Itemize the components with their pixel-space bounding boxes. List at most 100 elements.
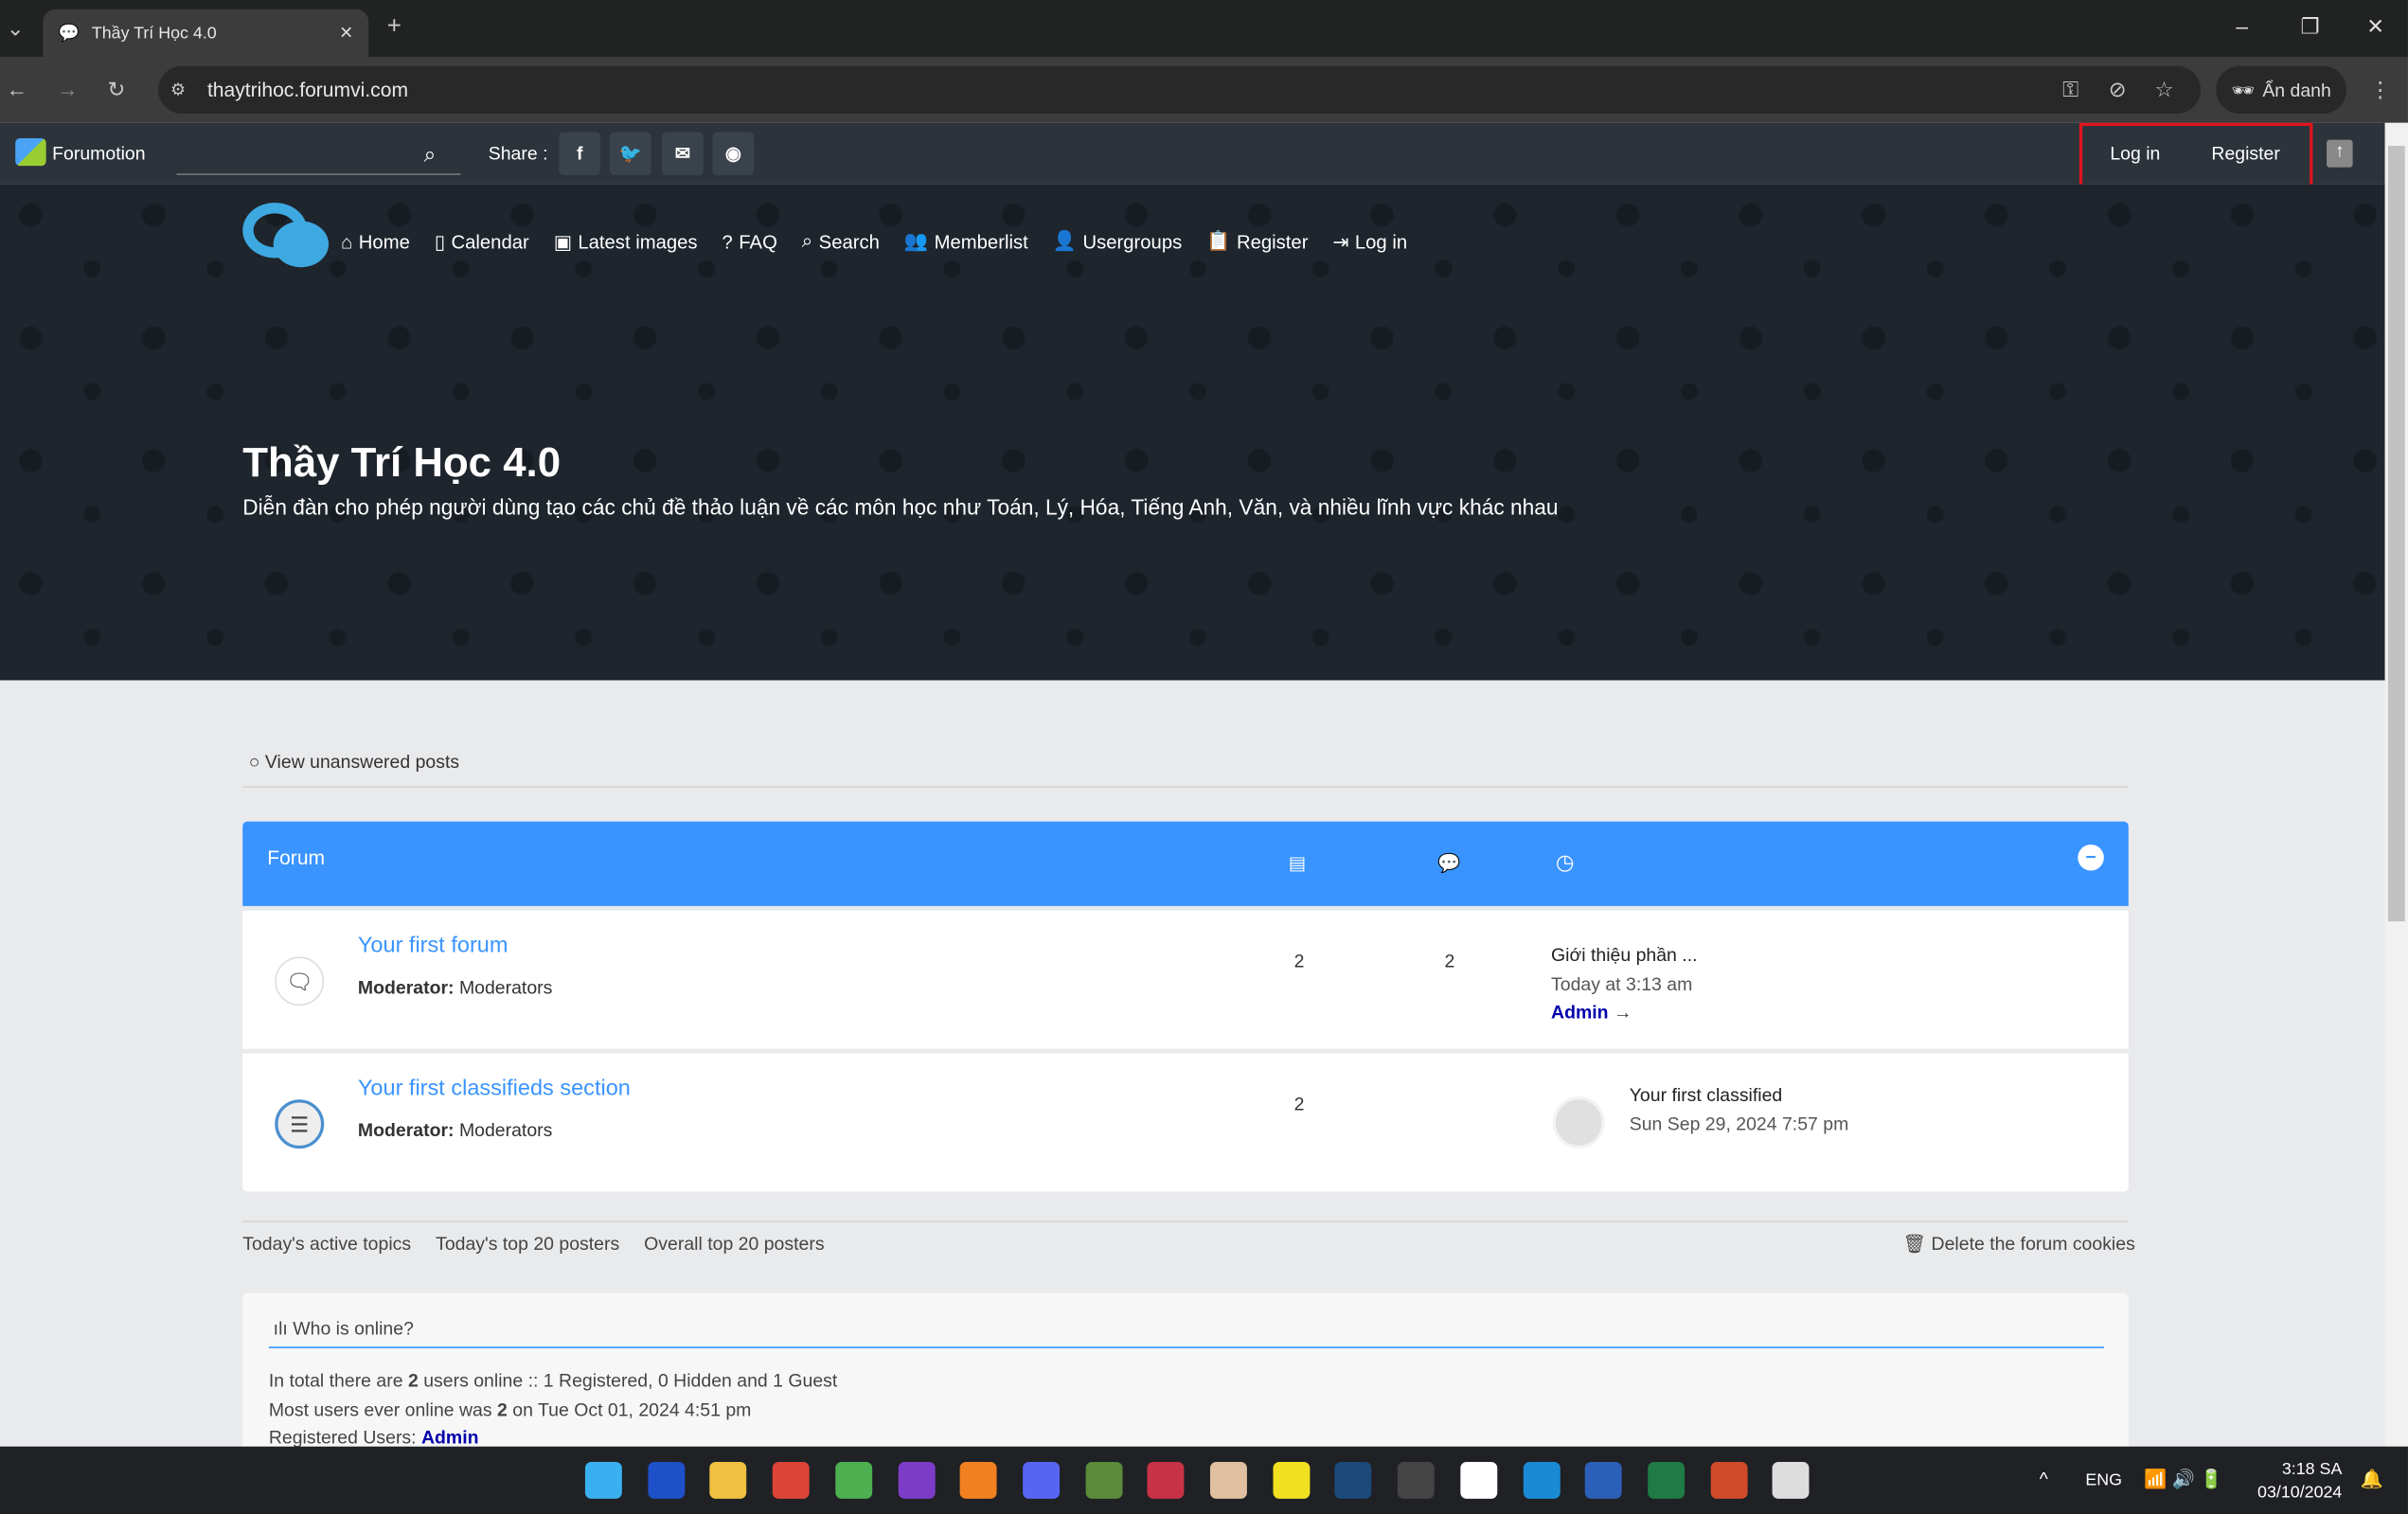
usergroups-icon: 👤 xyxy=(1052,230,1077,252)
scroll-top-button[interactable]: ↑ xyxy=(2327,139,2353,168)
top-posters-overall-link[interactable]: Overall top 20 posters xyxy=(644,1233,824,1255)
url-text: thaytrihoc.forumvi.com xyxy=(206,78,409,102)
app-red-taskbar-icon[interactable] xyxy=(1773,1461,1810,1499)
last-post-date: Today at 3:13 am xyxy=(1551,972,1693,995)
forum-table: Forum ▤ 💬 ◷ − 🗨 Your first forum Moderat… xyxy=(242,821,2129,1192)
new-tab-icon[interactable]: + xyxy=(387,14,401,42)
forum-link[interactable]: Your first forum xyxy=(358,934,508,958)
excel-taskbar-icon[interactable] xyxy=(1648,1461,1685,1499)
forum-title: Thầy Trí Học 4.0 xyxy=(242,438,562,486)
moderator-link[interactable]: Moderators xyxy=(459,976,552,998)
forum-link[interactable]: Your first classifieds section xyxy=(358,1077,631,1101)
close-window-icon[interactable]: ✕ xyxy=(2366,14,2384,41)
search-icon[interactable]: ⌕ xyxy=(424,141,437,168)
chrome-alt-taskbar-icon[interactable] xyxy=(834,1461,872,1499)
discord-taskbar-icon[interactable] xyxy=(1022,1461,1060,1499)
active-topics-link[interactable]: Today's active topics xyxy=(242,1233,411,1255)
browser-tab[interactable]: 💬 Thầy Trí Học 4.0 ✕ xyxy=(43,9,369,58)
uc-browser-taskbar-icon[interactable] xyxy=(959,1461,997,1499)
nav-search[interactable]: ⌕ Search xyxy=(802,230,880,253)
moderator-line: Moderator: Moderators xyxy=(358,976,553,998)
nav-latest-images[interactable]: ▣ Latest images xyxy=(554,230,698,254)
valorant-taskbar-icon[interactable] xyxy=(1147,1461,1185,1499)
app-yellow-taskbar-icon[interactable] xyxy=(1272,1461,1310,1499)
clock[interactable]: 3:18 SA 03/10/2024 xyxy=(2257,1459,2342,1505)
nav-faq[interactable]: ? FAQ xyxy=(722,230,777,253)
favicon-icon: 💬 xyxy=(58,24,80,44)
incognito-label: Ẩn danh xyxy=(2262,79,2331,101)
last-post-user[interactable]: Admin xyxy=(1551,1001,1609,1023)
notification-icon[interactable]: 🔔 xyxy=(2361,1468,2383,1489)
divider xyxy=(242,1220,2129,1222)
moderator-link[interactable]: Moderators xyxy=(459,1119,552,1141)
star-icon[interactable]: ☆ xyxy=(2154,77,2173,103)
app-l-taskbar-icon[interactable] xyxy=(647,1461,685,1499)
forward-icon[interactable]: → xyxy=(57,77,79,101)
view-unanswered-link[interactable]: ○ View unanswered posts xyxy=(249,751,459,773)
nav-label: Usergroups xyxy=(1082,231,1183,253)
twitter-share-button[interactable]: 🐦 xyxy=(609,132,651,175)
incognito-button[interactable]: 🕶 Ẩn danh xyxy=(2216,65,2347,115)
nav-home[interactable]: ⌂ Home xyxy=(341,230,410,253)
topics-count: 2 xyxy=(1293,950,1305,972)
collapse-icon[interactable]: − xyxy=(2078,844,2104,871)
restore-icon[interactable]: ❐ xyxy=(2300,14,2319,41)
key-icon[interactable]: ⚿ xyxy=(2062,77,2078,103)
nav-usergroups[interactable]: 👤 Usergroups xyxy=(1053,230,1183,253)
site-info-icon[interactable]: ⚙ xyxy=(170,80,186,99)
minecraft-taskbar-icon[interactable] xyxy=(1084,1461,1122,1499)
start-taskbar-icon[interactable] xyxy=(584,1461,622,1499)
posts-icon: 💬 xyxy=(1437,852,1461,874)
language-indicator[interactable]: ENG xyxy=(2085,1471,2122,1489)
address-bar[interactable]: ⚙ thaytrihoc.forumvi.com ⚿ ⊘ ☆ xyxy=(158,65,2202,115)
user-link[interactable]: Admin xyxy=(421,1427,479,1449)
nav-label: Register xyxy=(1236,231,1309,253)
word-taskbar-icon[interactable] xyxy=(1585,1461,1622,1499)
nav-calendar[interactable]: ▯ Calendar xyxy=(435,230,529,254)
stats-icon: ılı xyxy=(273,1317,288,1340)
obs-taskbar-icon[interactable] xyxy=(1397,1461,1435,1499)
online-record: Most users ever online was 2 on Tue Oct … xyxy=(268,1398,752,1420)
goto-last-post-icon[interactable]: → xyxy=(1614,1001,1632,1023)
chrome-taskbar-icon[interactable] xyxy=(772,1461,810,1499)
tab-list-icon[interactable]: ⌄ xyxy=(3,15,27,42)
top-posters-today-link[interactable]: Today's top 20 posters xyxy=(436,1233,619,1255)
powerpoint-taskbar-icon[interactable] xyxy=(1710,1461,1747,1499)
eye-off-icon[interactable]: ⊘ xyxy=(2109,77,2127,103)
vscode-taskbar-icon[interactable] xyxy=(1523,1461,1560,1499)
nav-log-in[interactable]: ⇥ Log in xyxy=(1332,230,1407,254)
search-input[interactable] xyxy=(176,135,461,175)
delete-cookies-link[interactable]: 🗑 Delete the forum cookies xyxy=(1902,1233,2134,1255)
network-sound-battery-icons[interactable]: 📶 🔊 🔋 xyxy=(2144,1468,2223,1489)
menu-icon[interactable]: ⋮ xyxy=(2369,77,2391,103)
forumotion-brand[interactable]: Forumotion xyxy=(52,143,145,165)
clock-icon: ◷ xyxy=(1555,848,1575,874)
site-logo-bubble xyxy=(273,221,330,268)
moderator-line: Moderator: Moderators xyxy=(358,1119,553,1141)
last-post-title[interactable]: Giới thiệu phần ... xyxy=(1551,941,1698,970)
scrollbar-thumb[interactable] xyxy=(2387,146,2405,922)
minimize-icon[interactable]: – xyxy=(2236,14,2248,39)
facebook-share-button[interactable]: f xyxy=(559,132,601,175)
game-taskbar-icon[interactable] xyxy=(1209,1461,1247,1499)
nav-memberlist[interactable]: 👥 Memberlist xyxy=(904,230,1028,253)
taskbar: ^ ENG 📶 🔊 🔋 3:18 SA 03/10/2024 🔔 xyxy=(0,1446,2408,1514)
trash-icon: 🗑 xyxy=(1902,1233,1927,1256)
rss-share-button[interactable]: ◉ xyxy=(712,132,755,175)
capcut-taskbar-icon[interactable] xyxy=(1460,1461,1497,1499)
delete-cookies-label: Delete the forum cookies xyxy=(1931,1233,2135,1256)
last-post-title[interactable]: Your first classified xyxy=(1630,1081,1849,1110)
steam-taskbar-icon[interactable] xyxy=(1334,1461,1372,1499)
posts-count: 2 xyxy=(1444,950,1455,972)
scrollbar[interactable] xyxy=(2384,122,2408,1447)
back-icon[interactable]: ← xyxy=(6,77,27,101)
close-tab-icon[interactable]: ✕ xyxy=(339,23,353,43)
tor-taskbar-icon[interactable] xyxy=(897,1461,935,1499)
nav-register[interactable]: 📋 Register xyxy=(1206,230,1308,253)
file-explorer-taskbar-icon[interactable] xyxy=(709,1461,747,1499)
forum-header-label: Forum xyxy=(267,846,326,869)
email-share-button[interactable]: ✉ xyxy=(661,132,704,175)
nav-label: Calendar xyxy=(451,231,529,253)
tray-chevron-icon[interactable]: ^ xyxy=(2040,1468,2048,1489)
reload-icon[interactable]: ↻ xyxy=(108,77,126,103)
